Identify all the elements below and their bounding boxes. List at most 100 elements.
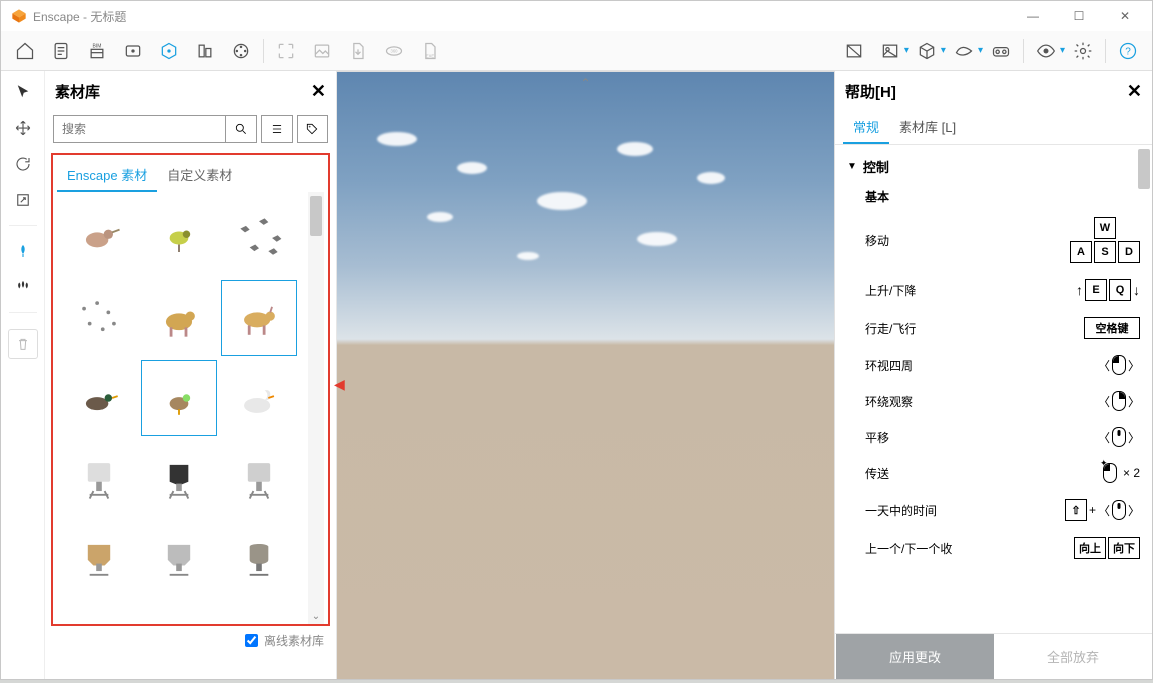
tab-enscape-assets[interactable]: Enscape 素材	[57, 159, 157, 192]
rotate-tool[interactable]	[8, 149, 38, 179]
help-row-move: 移动 W A S D	[847, 209, 1140, 271]
svg-text:360: 360	[391, 48, 399, 53]
asset-item[interactable]	[61, 520, 137, 596]
scale-tool[interactable]	[8, 185, 38, 215]
offline-library-checkbox[interactable]	[245, 634, 258, 647]
app-window: Enscape - 无标题 — ☐ ✕ BIM 360 EXE ▾ ▾ ▾	[0, 0, 1153, 680]
help-section-control[interactable]: ▼ 控制	[847, 153, 1140, 180]
window-close-button[interactable]: ✕	[1102, 1, 1148, 31]
viewport[interactable]: ⌃ ◀	[337, 71, 834, 679]
svg-text:?: ?	[1125, 46, 1131, 57]
help-tab-library[interactable]: 素材库 [L]	[889, 111, 966, 144]
asset-item[interactable]	[141, 280, 217, 356]
asset-item[interactable]	[61, 280, 137, 356]
help-button[interactable]: ?	[1112, 35, 1144, 67]
view-button[interactable]	[117, 35, 149, 67]
window-minimize-button[interactable]: —	[1010, 1, 1056, 31]
help-panel: 帮助[H] ✕ 常规 素材库 [L] ▼ 控制 基本 移动 W	[834, 71, 1152, 679]
panorama-button[interactable]: 360	[378, 35, 410, 67]
asset-item[interactable]	[141, 200, 217, 276]
asset-item[interactable]	[61, 200, 137, 276]
noimage-button[interactable]	[838, 35, 870, 67]
collapse-icon: ▼	[847, 161, 857, 172]
asset-item[interactable]	[221, 200, 297, 276]
key-shift: ⇧	[1065, 499, 1087, 521]
vr-button[interactable]	[985, 35, 1017, 67]
mouse-middle-icon	[1112, 427, 1126, 447]
notes-button[interactable]	[45, 35, 77, 67]
bim-button[interactable]: BIM	[81, 35, 113, 67]
asset-library-panel: 素材库 ✕ Enscape 素材 自定义素材	[45, 71, 337, 679]
reel-button[interactable]	[225, 35, 257, 67]
wing-dropdown[interactable]: ▾	[946, 35, 983, 67]
help-subheader-basic: 基本	[847, 180, 1140, 209]
window-maximize-button[interactable]: ☐	[1056, 1, 1102, 31]
handle-top-icon[interactable]: ⌃	[580, 76, 590, 90]
tab-custom-assets[interactable]: 自定义素材	[157, 159, 242, 192]
scrollbar-down[interactable]: ⌄	[308, 609, 324, 624]
help-row-pan: 平移 〈〉	[847, 419, 1140, 455]
capture-button[interactable]	[270, 35, 302, 67]
asset-item[interactable]	[221, 520, 297, 596]
move-tool[interactable]	[8, 113, 38, 143]
help-tabs: 常规 素材库 [L]	[835, 111, 1152, 145]
key-d: D	[1118, 241, 1140, 263]
apply-button[interactable]: 应用更改	[836, 634, 994, 680]
discard-button[interactable]: 全部放弃	[994, 634, 1152, 680]
key-space: 空格键	[1084, 317, 1140, 339]
mouse-doubleclick-icon	[1103, 463, 1117, 483]
help-footer: 应用更改 全部放弃	[835, 633, 1152, 679]
delete-button[interactable]	[8, 329, 38, 359]
home-button[interactable]	[9, 35, 41, 67]
tag-button[interactable]	[297, 115, 328, 143]
svg-text:EXE: EXE	[426, 53, 435, 58]
key-e: E	[1085, 279, 1107, 301]
key-w: W	[1094, 217, 1116, 239]
asset-item[interactable]	[141, 520, 217, 596]
asset-item[interactable]	[221, 440, 297, 516]
key-s: S	[1094, 241, 1116, 263]
export-button[interactable]	[342, 35, 374, 67]
mouse-left-icon	[1112, 355, 1126, 375]
help-scrollbar-thumb[interactable]	[1138, 149, 1150, 189]
help-panel-close-button[interactable]: ✕	[1127, 81, 1142, 102]
scrollbar-thumb[interactable]	[310, 196, 322, 236]
asset-item[interactable]	[221, 280, 297, 356]
list-button[interactable]	[261, 115, 292, 143]
help-row-teleport: 传送 × 2	[847, 455, 1140, 491]
asset-panel-close-button[interactable]: ✕	[311, 81, 326, 102]
building-button[interactable]	[189, 35, 221, 67]
search-button[interactable]	[226, 115, 257, 143]
key-a: A	[1070, 241, 1092, 263]
cube-dropdown[interactable]: ▾	[909, 35, 946, 67]
asset-scrollbar[interactable]: ⌄	[308, 192, 324, 624]
settings-button[interactable]	[1067, 35, 1099, 67]
asset-item[interactable]	[61, 440, 137, 516]
asset-search-input[interactable]	[53, 115, 226, 143]
plant-single-tool[interactable]	[8, 236, 38, 266]
asset-item[interactable]	[61, 360, 137, 436]
key-q: Q	[1109, 279, 1131, 301]
handle-left-icon[interactable]: ◀	[334, 376, 345, 393]
image-button[interactable]	[306, 35, 338, 67]
mouse-middle-icon	[1112, 500, 1126, 520]
globe-button[interactable]	[153, 35, 185, 67]
arrow-up-icon: ↑	[1076, 282, 1083, 298]
asset-panel-title: 素材库	[55, 81, 100, 102]
pointer-tool[interactable]	[8, 77, 38, 107]
toolbar-separator	[263, 39, 264, 63]
exe-button[interactable]: EXE	[414, 35, 446, 67]
asset-item[interactable]	[141, 440, 217, 516]
window-title: Enscape - 无标题	[33, 8, 126, 25]
help-row-timeofday: 一天中的时间 ⇧ + 〈〉	[847, 491, 1140, 529]
left-toolbar	[1, 71, 45, 679]
asset-item[interactable]	[221, 360, 297, 436]
key-pagedown: 向下	[1108, 537, 1140, 559]
chevron-down-icon: ▾	[978, 45, 983, 56]
help-tab-general[interactable]: 常规	[843, 111, 889, 144]
asset-item[interactable]	[141, 360, 217, 436]
skybox-dropdown[interactable]: ▾	[872, 35, 909, 67]
main-body: 素材库 ✕ Enscape 素材 自定义素材	[1, 71, 1152, 679]
plant-multi-tool[interactable]	[8, 272, 38, 302]
visibility-dropdown[interactable]: ▾	[1028, 35, 1065, 67]
